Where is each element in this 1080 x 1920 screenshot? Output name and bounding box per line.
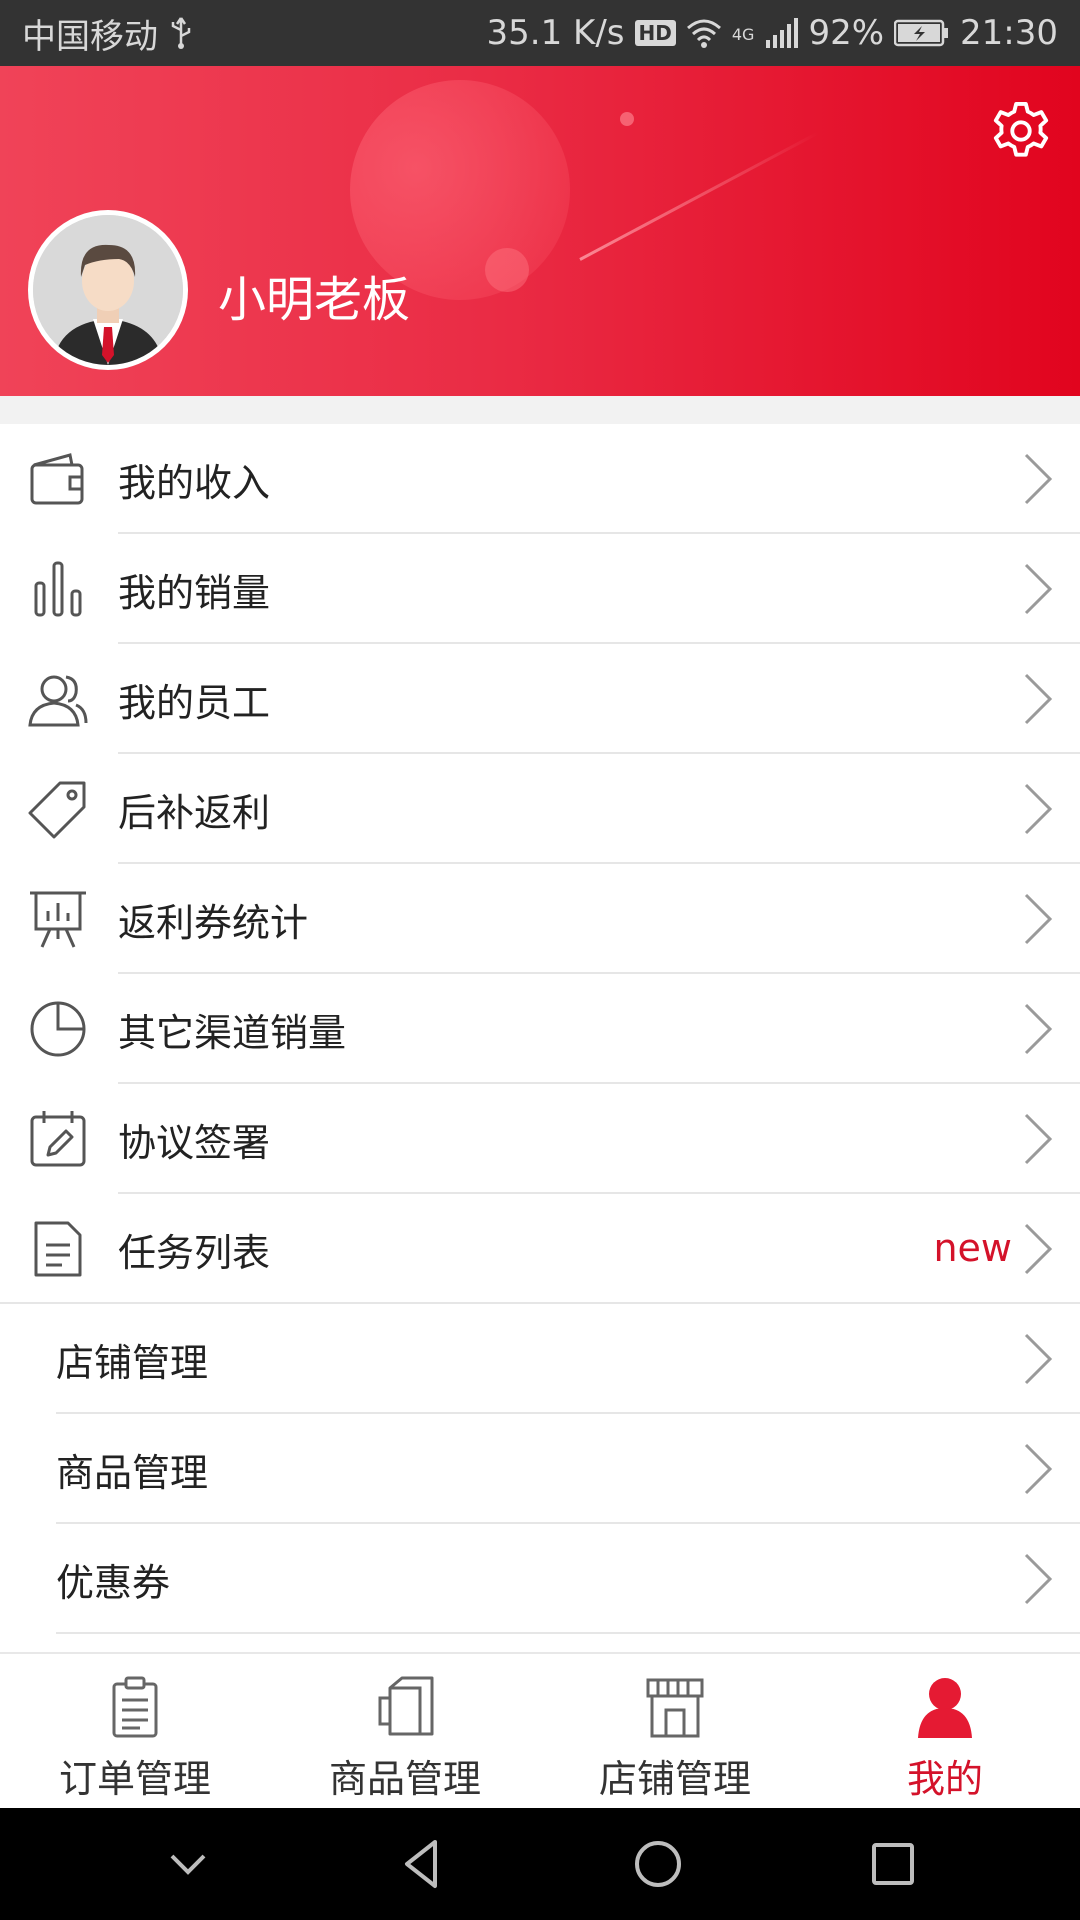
menu-item-label: 协议签署 xyxy=(118,1120,271,1165)
menu-item-product-management[interactable]: 商品管理 xyxy=(0,1414,1080,1524)
status-left: 中国移动 xyxy=(22,9,194,58)
clock: 21:30 xyxy=(960,13,1058,53)
avatar-portrait-icon xyxy=(33,215,183,365)
new-badge: new xyxy=(933,1226,1012,1270)
menu-item-employees[interactable]: 我的员工 xyxy=(0,644,1080,754)
chevron-right-icon xyxy=(1024,893,1053,945)
status-right: 35.1 K/s HD 4G 92% 21:30 xyxy=(487,13,1058,53)
clipboard-icon xyxy=(112,1676,158,1738)
tag-icon xyxy=(28,781,86,839)
battery-icon xyxy=(894,19,949,47)
chevron-right-icon xyxy=(1024,1003,1053,1055)
tab-products[interactable]: 商品管理 xyxy=(270,1654,540,1808)
menu-item-coupons[interactable]: 优惠券 xyxy=(0,1524,1080,1634)
presentation-board-icon xyxy=(30,891,86,948)
wifi-icon xyxy=(686,19,721,48)
menu-item-sales[interactable]: 我的销量 xyxy=(0,534,1080,644)
store-icon xyxy=(646,1678,704,1738)
tab-label: 店铺管理 xyxy=(598,1757,751,1801)
chevron-right-icon xyxy=(1024,673,1053,725)
avatar-image xyxy=(33,215,183,365)
menu-item-income[interactable]: 我的收入 xyxy=(0,424,1080,534)
menu-item-label: 其它渠道销量 xyxy=(118,1010,347,1055)
tab-label: 我的 xyxy=(906,1757,983,1801)
people-icon xyxy=(28,675,88,727)
calendar-edit-icon xyxy=(30,1111,86,1167)
network-type: 4G xyxy=(731,25,755,44)
avatar[interactable] xyxy=(28,210,188,370)
signal-icon xyxy=(766,18,799,48)
chevron-right-icon xyxy=(1024,1223,1053,1275)
chevron-right-icon xyxy=(1024,1553,1053,1605)
tab-mine[interactable]: 我的 xyxy=(810,1654,1080,1808)
document-icon xyxy=(34,1221,82,1277)
chevron-right-icon xyxy=(1024,783,1053,835)
box-icon xyxy=(378,1676,434,1736)
menu-item-rebate[interactable]: 后补返利 xyxy=(0,754,1080,864)
chevron-right-icon xyxy=(1024,563,1053,615)
chevron-right-icon xyxy=(1024,1333,1053,1385)
chevron-right-icon xyxy=(1024,1443,1053,1495)
menu-item-other-channel-sales[interactable]: 其它渠道销量 xyxy=(0,974,1080,1084)
menu-item-label: 任务列表 xyxy=(118,1230,271,1275)
menu-item-label: 后补返利 xyxy=(118,790,271,835)
home-circle-icon[interactable] xyxy=(628,1834,688,1894)
chevron-down-icon[interactable] xyxy=(158,1834,218,1894)
divider xyxy=(56,1632,1080,1634)
back-triangle-icon[interactable] xyxy=(393,1834,453,1894)
tab-label: 订单管理 xyxy=(58,1757,211,1801)
menu-item-coupon-stats[interactable]: 返利券统计 xyxy=(0,864,1080,974)
menu-item-label: 我的员工 xyxy=(118,680,271,725)
menu-item-label: 我的收入 xyxy=(118,460,271,505)
pie-chart-icon xyxy=(30,1001,86,1057)
person-icon xyxy=(918,1678,972,1738)
tab-orders[interactable]: 订单管理 xyxy=(0,1654,270,1808)
user-name: 小明老板 xyxy=(218,272,411,328)
tab-label: 商品管理 xyxy=(328,1757,481,1801)
menu-item-label: 优惠券 xyxy=(56,1560,171,1605)
chevron-right-icon xyxy=(1024,1113,1053,1165)
header-decoration-line xyxy=(579,131,820,261)
carrier-name: 中国移动 xyxy=(22,16,158,57)
bottom-tab-bar: 订单管理 商品管理 店铺管理 我的 xyxy=(0,1652,1080,1808)
menu-item-label: 我的销量 xyxy=(118,570,271,615)
section-gap xyxy=(0,396,1080,424)
menu-item-label: 商品管理 xyxy=(56,1450,209,1495)
usb-icon xyxy=(171,17,191,49)
bar-chart-icon xyxy=(34,561,82,617)
battery-percent: 92% xyxy=(808,13,885,53)
menu-item-agreement[interactable]: 协议签署 xyxy=(0,1084,1080,1194)
menu-item-store-management[interactable]: 店铺管理 xyxy=(0,1304,1080,1414)
net-speed: 35.1 K/s xyxy=(486,13,625,53)
menu-item-label: 返利券统计 xyxy=(118,900,309,945)
wallet-icon xyxy=(30,453,84,505)
header-decoration-small-circle xyxy=(485,248,529,292)
menu-item-label: 店铺管理 xyxy=(56,1340,209,1385)
menu-item-task-list[interactable]: 任务列表 new xyxy=(0,1194,1080,1304)
header-decoration-dot xyxy=(620,112,634,126)
gear-icon[interactable] xyxy=(990,100,1052,162)
hd-badge: HD xyxy=(634,20,676,46)
menu-list: 我的收入 我的销量 我的员工 后补返利 返利券统计 其它渠道销量 协议签署 任务… xyxy=(0,424,1080,1634)
chevron-right-icon xyxy=(1024,453,1053,505)
system-navigation-bar xyxy=(0,1808,1080,1920)
recents-square-icon[interactable] xyxy=(863,1834,923,1894)
status-bar: 中国移动 35.1 K/s HD 4G 92% 21:30 xyxy=(0,0,1080,66)
tab-store[interactable]: 店铺管理 xyxy=(540,1654,810,1808)
